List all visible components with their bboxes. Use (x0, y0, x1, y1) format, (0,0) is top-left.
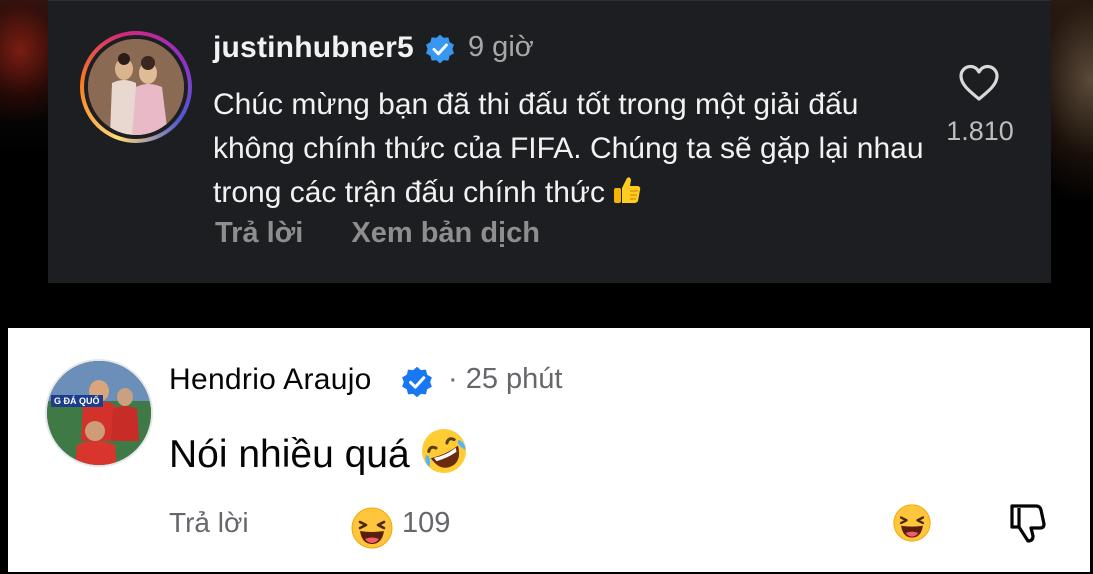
haha-reaction-icon[interactable] (892, 503, 932, 543)
time-text: 25 phút (465, 363, 563, 395)
haha-reaction-icon[interactable] (350, 506, 394, 550)
like-count: 1.810 (946, 116, 1014, 146)
see-translation-link[interactable]: Xem bản dịch (351, 217, 540, 249)
avatar-badge: G ĐÁ QUỐ (51, 395, 103, 407)
reply-link[interactable]: Trả lời (215, 217, 303, 249)
comment-username[interactable]: justinhubner5 (213, 31, 414, 65)
facebook-comment-card: G ĐÁ QUỐ Hendrio Araujo · 25 phút Nói nh… (8, 328, 1090, 572)
avatar-ring-gap (84, 35, 188, 139)
separator-dot: · (448, 363, 458, 395)
thumbs-up-emoji (613, 177, 641, 203)
avatar-photo-players (47, 361, 151, 465)
comment-actions: Trả lời Xem bản dịch (215, 217, 580, 250)
comment-timestamp: 9 giờ (468, 31, 534, 63)
avatar-photo-couple (88, 39, 184, 135)
verified-badge-icon (402, 366, 432, 398)
comment-text-body: Chúc mừng bạn đã thi đấu tốt trong một g… (213, 88, 924, 209)
comment-text-body: Nói nhiều quá (169, 433, 410, 476)
comment-timestamp: · 25 phút (448, 363, 563, 396)
thumbs-down-icon[interactable] (1006, 500, 1048, 544)
avatar[interactable]: G ĐÁ QUỐ (45, 359, 153, 467)
avatar (88, 39, 184, 135)
heart-icon[interactable] (958, 63, 1000, 103)
verified-badge-icon (426, 34, 454, 64)
comment-text: Chúc mừng bạn đã thi đấu tốt trong một g… (213, 83, 933, 215)
reply-link[interactable]: Trả lời (169, 507, 249, 539)
instagram-comment-card: justinhubner5 9 giờ Chúc mừng bạn đã thi… (48, 0, 1051, 283)
commenter-name[interactable]: Hendrio Araujo (169, 363, 372, 397)
reaction-count: 109 (402, 507, 451, 539)
rofl-emoji (421, 429, 466, 473)
avatar-story-ring[interactable] (80, 31, 192, 143)
comment-text: Nói nhiều quá (169, 425, 470, 477)
